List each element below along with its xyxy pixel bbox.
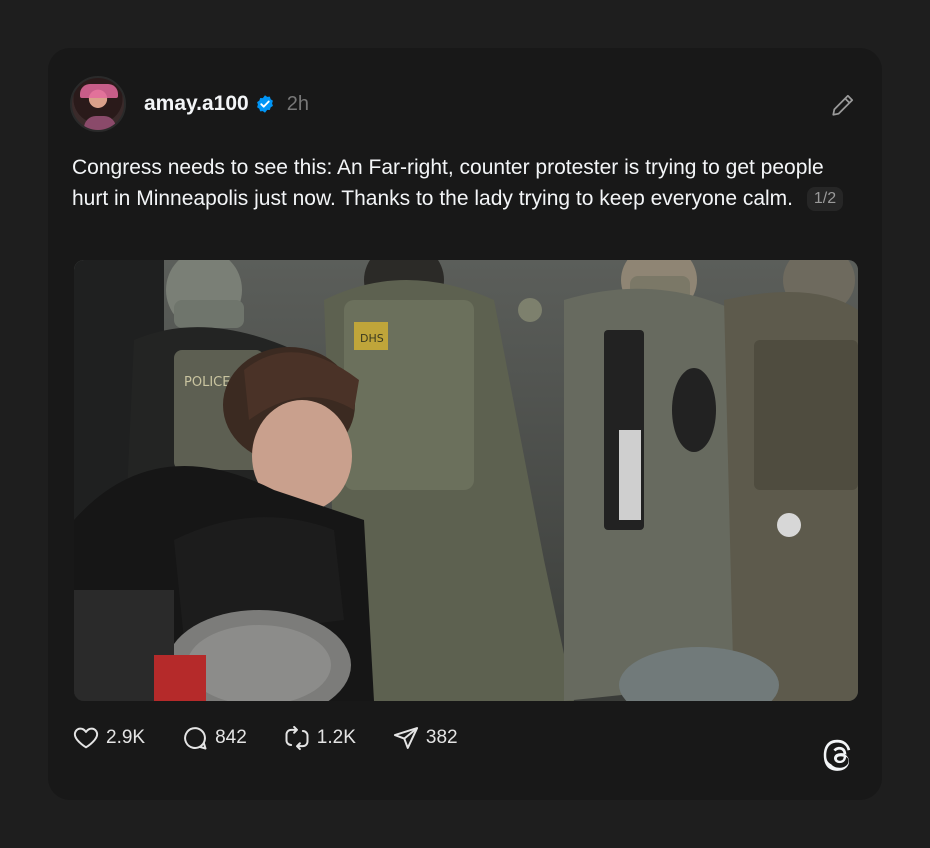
threads-logo-icon xyxy=(823,739,851,771)
reply-button[interactable]: 842 xyxy=(181,724,247,752)
pencil-icon[interactable] xyxy=(830,92,856,118)
post-header: amay.a100 2h xyxy=(70,76,309,132)
threads-post-card: amay.a100 2h Congress needs to see this:… xyxy=(48,48,882,800)
post-text: Congress needs to see this: An Far-right… xyxy=(72,152,852,214)
comment-icon xyxy=(184,727,207,750)
repost-count: 1.2K xyxy=(316,727,356,748)
dhs-patch: DHS xyxy=(360,332,384,345)
video-frame: POLICE DHS xyxy=(74,260,858,701)
post-time: 2h xyxy=(286,92,309,115)
heart-icon xyxy=(73,727,99,749)
repost-button[interactable]: 1.2K xyxy=(283,724,356,752)
like-button[interactable]: 2.9K xyxy=(72,724,145,752)
post-video[interactable]: POLICE DHS xyxy=(74,260,858,701)
police-patch: POLICE xyxy=(184,375,230,390)
reply-count: 842 xyxy=(215,727,247,748)
send-icon xyxy=(393,727,418,749)
like-count: 2.9K xyxy=(106,727,146,748)
media-page-indicator: 1/2 xyxy=(806,187,844,211)
share-button[interactable]: 382 xyxy=(392,724,458,752)
repost-icon xyxy=(285,725,309,751)
verified-badge-icon xyxy=(256,95,273,113)
avatar[interactable] xyxy=(70,76,126,132)
post-actions: 2.9K 842 1.2K 382 xyxy=(72,724,494,752)
share-count: 382 xyxy=(425,727,458,748)
post-text-content: Congress needs to see this: An Far-right… xyxy=(72,156,824,210)
username[interactable]: amay.a100 xyxy=(144,92,249,116)
